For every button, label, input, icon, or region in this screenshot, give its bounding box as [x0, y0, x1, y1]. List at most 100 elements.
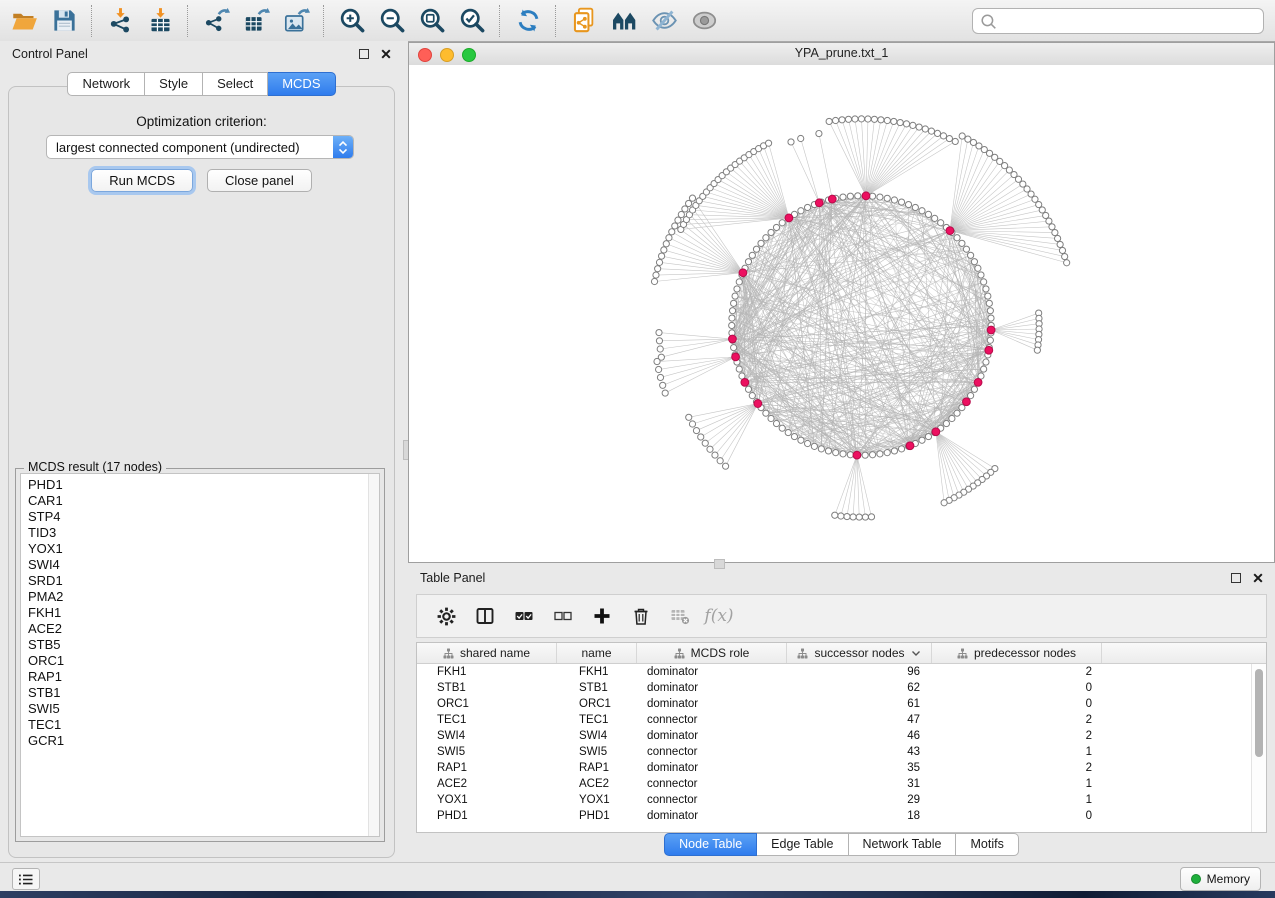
cell-mcds_role[interactable]: connector — [637, 792, 787, 808]
close-panel-button[interactable]: Close panel — [207, 169, 312, 192]
column-header-MCDS-role[interactable]: MCDS role — [637, 643, 787, 663]
cell-shared_name[interactable]: RAP1 — [417, 760, 557, 776]
cell-name[interactable]: SWI5 — [557, 744, 637, 760]
cell-shared_name[interactable]: FKH1 — [417, 664, 557, 680]
cell-successor_nodes[interactable]: 46 — [787, 728, 932, 744]
cell-predecessor_nodes[interactable]: 0 — [932, 696, 1102, 712]
close-panel-icon[interactable] — [381, 49, 391, 59]
network-canvas[interactable] — [409, 65, 1274, 562]
add-row-button[interactable] — [587, 600, 617, 632]
table-row-SWI4[interactable]: SWI4SWI4dominator462 — [417, 728, 1266, 744]
cell-mcds_role[interactable]: dominator — [637, 808, 787, 824]
column-header-shared-name[interactable]: shared name — [417, 643, 557, 663]
cell-mcds_role[interactable]: dominator — [637, 696, 787, 712]
optimization-criterion-select[interactable]: largest connected component (undirected) — [46, 135, 354, 159]
mcds-result-item[interactable]: STP4 — [28, 509, 379, 525]
delete-row-button[interactable] — [626, 600, 656, 632]
cell-name[interactable]: YOX1 — [557, 792, 637, 808]
export-image-button[interactable] — [276, 3, 316, 39]
mcds-result-scrollbar[interactable] — [368, 474, 379, 836]
mcds-result-item[interactable]: CAR1 — [28, 493, 379, 509]
tab-network[interactable]: Network — [67, 72, 145, 96]
cell-mcds_role[interactable]: connector — [637, 712, 787, 728]
cell-successor_nodes[interactable]: 47 — [787, 712, 932, 728]
zoom-fit-button[interactable] — [412, 3, 452, 39]
zoom-selected-region-button[interactable] — [452, 3, 492, 39]
tab-mcds[interactable]: MCDS — [268, 72, 335, 96]
cell-predecessor_nodes[interactable]: 0 — [932, 808, 1102, 824]
mcds-result-item[interactable]: RAP1 — [28, 669, 379, 685]
cell-predecessor_nodes[interactable]: 2 — [932, 728, 1102, 744]
hide-unselected-button[interactable] — [644, 3, 684, 39]
mcds-result-item[interactable]: ACE2 — [28, 621, 379, 637]
mcds-result-item[interactable]: TID3 — [28, 525, 379, 541]
table-row-RAP1[interactable]: RAP1RAP1dominator352 — [417, 760, 1266, 776]
cell-successor_nodes[interactable]: 18 — [787, 808, 932, 824]
mcds-result-item[interactable]: STB1 — [28, 685, 379, 701]
network-graph[interactable] — [409, 65, 1274, 562]
cell-successor_nodes[interactable]: 43 — [787, 744, 932, 760]
task-history-button[interactable] — [12, 868, 40, 890]
cell-shared_name[interactable]: ORC1 — [417, 696, 557, 712]
cell-mcds_role[interactable]: connector — [637, 776, 787, 792]
cell-shared_name[interactable]: STB1 — [417, 680, 557, 696]
column-header-name[interactable]: name — [557, 643, 637, 663]
column-header-successor-nodes[interactable]: successor nodes — [787, 643, 932, 663]
show-all-button[interactable] — [684, 3, 724, 39]
import-table-button[interactable] — [140, 3, 180, 39]
cell-name[interactable]: RAP1 — [557, 760, 637, 776]
float-panel-icon[interactable] — [359, 49, 369, 59]
run-mcds-button[interactable]: Run MCDS — [91, 169, 193, 192]
cell-predecessor_nodes[interactable]: 2 — [932, 664, 1102, 680]
cell-shared_name[interactable]: SWI5 — [417, 744, 557, 760]
mcds-result-item[interactable]: YOX1 — [28, 541, 379, 557]
cell-name[interactable]: TEC1 — [557, 712, 637, 728]
mcds-result-list[interactable]: PHD1CAR1STP4TID3YOX1SWI4SRD1PMA2FKH1ACE2… — [20, 473, 380, 837]
table-row-ACE2[interactable]: ACE2ACE2connector311 — [417, 776, 1266, 792]
mcds-result-item[interactable]: SWI5 — [28, 701, 379, 717]
search-box[interactable] — [972, 8, 1264, 34]
tab-edge-table[interactable]: Edge Table — [757, 833, 848, 856]
mcds-result-item[interactable]: TEC1 — [28, 717, 379, 733]
cell-shared_name[interactable]: TEC1 — [417, 712, 557, 728]
export-table-button[interactable] — [236, 3, 276, 39]
search-input[interactable] — [1002, 13, 1256, 29]
cell-name[interactable]: STB1 — [557, 680, 637, 696]
table-row-FKH1[interactable]: FKH1FKH1dominator962 — [417, 664, 1266, 680]
cell-successor_nodes[interactable]: 29 — [787, 792, 932, 808]
mcds-result-item[interactable]: FKH1 — [28, 605, 379, 621]
memory-button[interactable]: Memory — [1180, 867, 1261, 891]
cell-successor_nodes[interactable]: 96 — [787, 664, 932, 680]
cell-shared_name[interactable]: PHD1 — [417, 808, 557, 824]
show-columns-button[interactable] — [470, 600, 500, 632]
tab-network-table[interactable]: Network Table — [849, 833, 957, 856]
clear-selection-button[interactable] — [548, 600, 578, 632]
cell-successor_nodes[interactable]: 31 — [787, 776, 932, 792]
mcds-result-item[interactable]: ORC1 — [28, 653, 379, 669]
cell-predecessor_nodes[interactable]: 2 — [932, 712, 1102, 728]
import-network-button[interactable] — [100, 3, 140, 39]
cell-predecessor_nodes[interactable]: 0 — [932, 680, 1102, 696]
tab-motifs[interactable]: Motifs — [956, 833, 1018, 856]
refresh-view-button[interactable] — [508, 3, 548, 39]
table-scrollbar-thumb[interactable] — [1255, 669, 1263, 757]
mcds-result-item[interactable]: PMA2 — [28, 589, 379, 605]
mcds-result-item[interactable]: SWI4 — [28, 557, 379, 573]
cell-predecessor_nodes[interactable]: 1 — [932, 776, 1102, 792]
mcds-result-item[interactable]: STB5 — [28, 637, 379, 653]
table-row-TEC1[interactable]: TEC1TEC1connector472 — [417, 712, 1266, 728]
table-row-YOX1[interactable]: YOX1YOX1connector291 — [417, 792, 1266, 808]
table-scrollbar[interactable] — [1251, 664, 1266, 832]
tab-select[interactable]: Select — [203, 72, 268, 96]
cell-name[interactable]: FKH1 — [557, 664, 637, 680]
cell-successor_nodes[interactable]: 62 — [787, 680, 932, 696]
cell-mcds_role[interactable]: dominator — [637, 760, 787, 776]
select-all-button[interactable] — [509, 600, 539, 632]
cell-name[interactable]: PHD1 — [557, 808, 637, 824]
mcds-result-item[interactable]: PHD1 — [28, 477, 379, 493]
cell-mcds_role[interactable]: dominator — [637, 680, 787, 696]
tab-style[interactable]: Style — [145, 72, 203, 96]
float-table-panel-icon[interactable] — [1231, 573, 1241, 583]
mcds-result-item[interactable]: SRD1 — [28, 573, 379, 589]
cell-shared_name[interactable]: YOX1 — [417, 792, 557, 808]
